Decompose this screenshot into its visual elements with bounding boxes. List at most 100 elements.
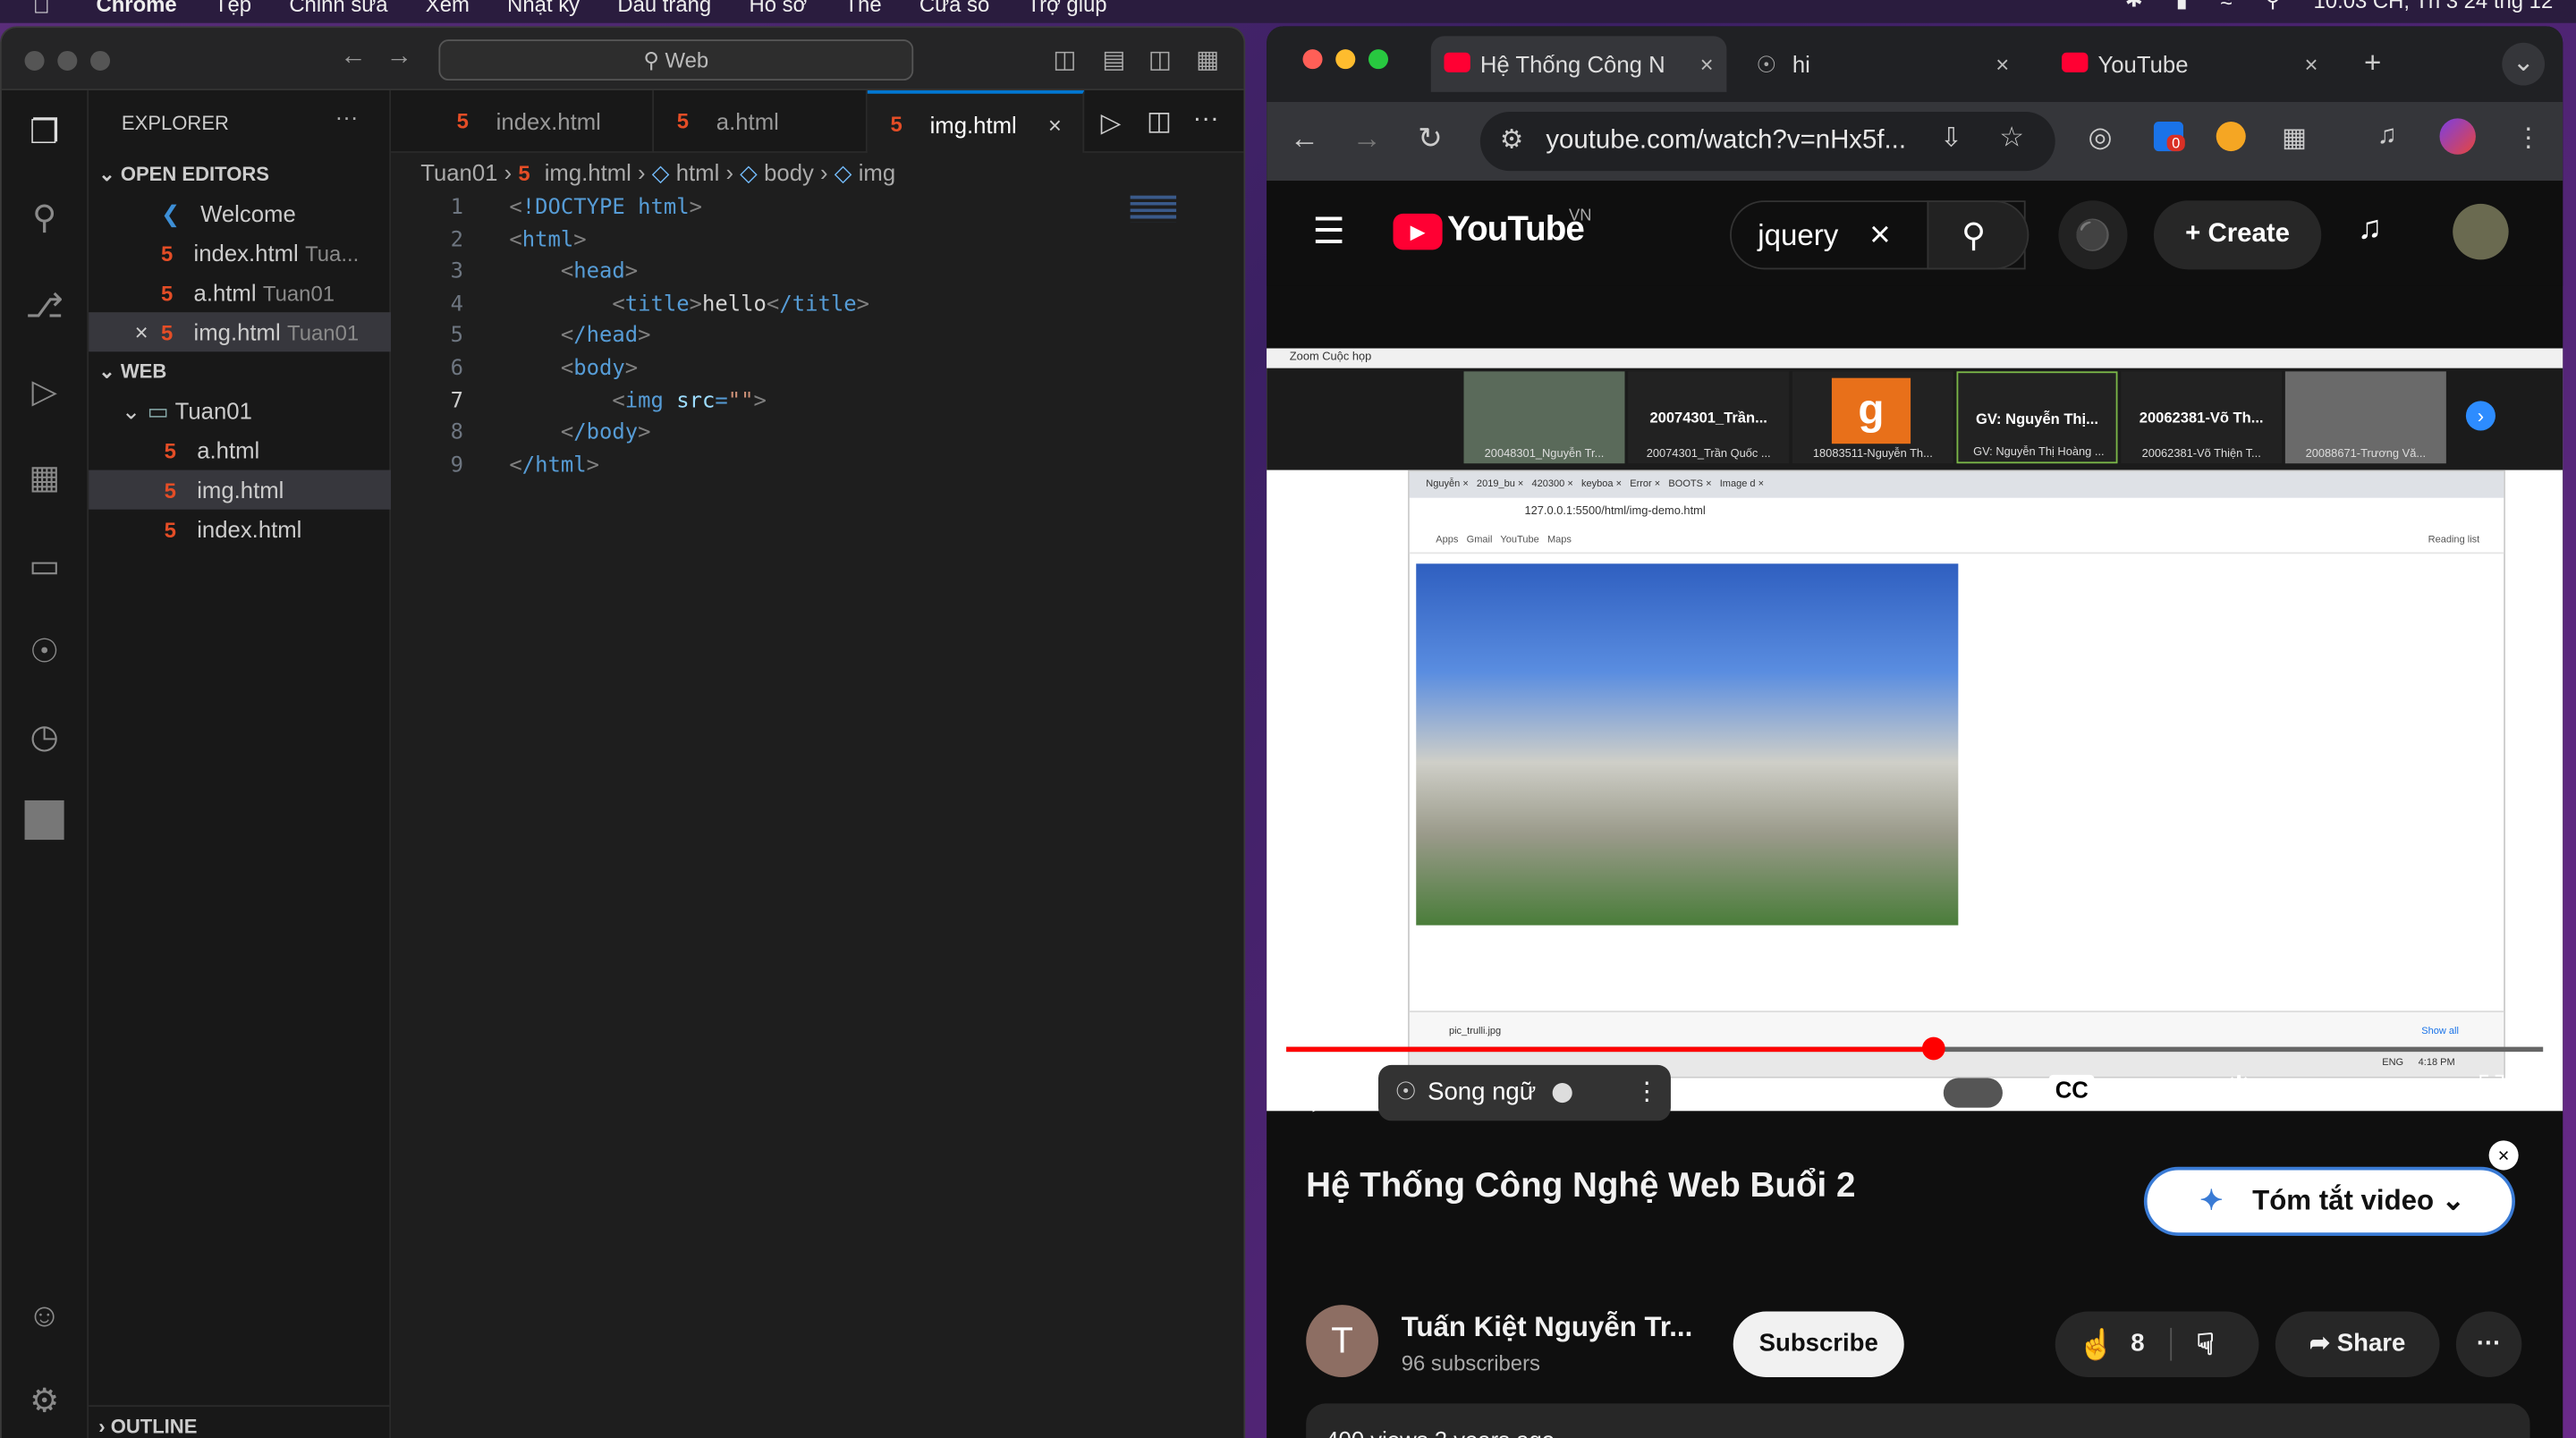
wifi-icon[interactable]: ≈ (2220, 0, 2232, 13)
description-box[interactable]: 400 views 2 years ago (1306, 1403, 2530, 1438)
outline-section[interactable]: › OUTLINE (89, 1405, 392, 1438)
address-bar[interactable]: ⚙ youtube.com/watch?v=nHx5f... (1479, 111, 2055, 172)
minimize-window-button[interactable] (57, 50, 78, 72)
menu-edit[interactable]: Chỉnh sửa (289, 0, 387, 16)
menubar-clock[interactable]: 10:03 CH, Th 3 24 thg 12 (2314, 0, 2554, 13)
menu-bookmarks[interactable]: Dấu trang (617, 0, 711, 16)
share-button[interactable]: ➦ Share (2275, 1311, 2440, 1377)
close-icon[interactable]: × (1996, 36, 2009, 91)
open-editor-item-active[interactable]: × 5 img.html Tuan01 (89, 312, 392, 352)
toggle-sidebar-icon[interactable]: ◫ (1053, 45, 1076, 73)
tab-a-html[interactable]: 5 a.html (654, 90, 868, 153)
web-folder-section[interactable]: ⌄ WEB (89, 351, 391, 391)
file-item-selected[interactable]: 5 img.html (89, 469, 392, 510)
menu-help[interactable]: Trợ giúp (1027, 0, 1106, 16)
youtube-logo-text[interactable]: YouTube (1447, 210, 1585, 250)
extension-compass-icon[interactable]: ◎ (2088, 122, 2112, 155)
voice-search-icon[interactable]: ⚫ (2058, 200, 2128, 270)
breadcrumb-item[interactable]: Tuan01 (420, 159, 497, 185)
breadcrumb-item[interactable]: img.html (545, 159, 631, 185)
dual-language-toggle[interactable]: ☉ Song ngữ ⋮ (1377, 1064, 1671, 1121)
forward-arrow-icon[interactable]: → (1352, 122, 1382, 156)
menu-window[interactable]: Cửa sổ (919, 0, 989, 16)
settings-gear-icon[interactable]: ⚙ (2223, 1069, 2255, 1112)
close-icon[interactable]: × (1700, 36, 1714, 91)
notifications-bell-icon[interactable]: ♫ (2358, 210, 2383, 248)
theater-mode-icon[interactable]: ▭ (2394, 1071, 2425, 1112)
video-player[interactable]: Zoom Cuộc họp 20048301_Nguyễn Tr... 2007… (1267, 348, 2563, 1112)
battery-icon[interactable]: ▮ (2176, 0, 2188, 13)
tab-video[interactable]: Hệ Thống Công N × (1430, 36, 1727, 92)
command-center-search[interactable]: ⚲ Web (438, 39, 914, 81)
code-line[interactable]: 5 </head> (391, 321, 1243, 354)
file-item[interactable]: 5 index.html (89, 510, 391, 549)
tab-img-html[interactable]: 5 img.html × (867, 90, 1085, 156)
extensions-puzzle-icon[interactable]: ▦ (2282, 122, 2307, 155)
profile-avatar[interactable] (2439, 118, 2476, 155)
more-options-icon[interactable]: ⋮ (1635, 1065, 1660, 1121)
run-icon[interactable]: ▷ (1101, 106, 1122, 140)
install-app-icon[interactable]: ⇩ (1940, 122, 1962, 155)
hamburger-menu-icon[interactable]: ☰ (1313, 210, 1345, 253)
close-icon[interactable]: × (135, 312, 161, 351)
site-info-icon[interactable]: ⚙ (1500, 112, 1523, 171)
reload-icon[interactable]: ↻ (1418, 122, 1443, 156)
folder-tuan01[interactable]: ⌄ ▭ Tuan01 (89, 391, 391, 430)
new-tab-icon[interactable]: + (2364, 46, 2381, 80)
breadcrumb-item[interactable]: img (859, 159, 895, 185)
zoom-window-button[interactable] (90, 50, 111, 72)
extension-view-icon[interactable] (21, 799, 67, 846)
timeline-icon[interactable]: ◷ (21, 715, 67, 760)
code-editor[interactable]: 1 <!DOCTYPE html> 2 <html> 3 <head> 4 <title>… (391, 192, 1243, 521)
extension-icon[interactable]: 0 (2153, 121, 2185, 152)
subscribe-button[interactable]: Subscribe (1733, 1311, 1904, 1377)
user-avatar[interactable] (2453, 203, 2509, 260)
fullscreen-icon[interactable]: ⛶ (2479, 1069, 2504, 1112)
search-icon[interactable]: ⚲ (21, 196, 67, 241)
toggle-secondary-sidebar-icon[interactable]: ◫ (1148, 45, 1172, 73)
channel-name[interactable]: Tuấn Kiệt Nguyễn Tr... (1402, 1311, 1693, 1344)
breadcrumb-item[interactable]: html (676, 159, 720, 185)
close-icon[interactable]: × (2305, 36, 2318, 91)
video-progress-bar[interactable] (1286, 1036, 2544, 1061)
back-arrow-icon[interactable]: ← (1290, 122, 1319, 156)
forward-arrow-icon[interactable]: → (386, 43, 412, 72)
close-icon[interactable]: × (1048, 94, 1062, 156)
tab-search-icon[interactable]: ⌄ (2502, 42, 2546, 86)
close-window-button[interactable] (1302, 49, 1323, 70)
code-line[interactable]: 2 <html> (391, 224, 1243, 258)
more-actions-icon[interactable]: ··· (1192, 106, 1218, 135)
play-icon[interactable]: ▶ (1313, 1075, 1341, 1118)
code-line[interactable]: 6 <body> (391, 353, 1243, 386)
menu-view[interactable]: Xem (426, 0, 470, 16)
code-line[interactable]: 3 <head> (391, 257, 1243, 290)
file-item[interactable]: 5 a.html (89, 430, 391, 469)
like-icon[interactable]: ☝ (2078, 1311, 2114, 1377)
more-actions-icon[interactable]: ··· (335, 104, 359, 130)
minimap[interactable] (1130, 195, 1177, 223)
back-arrow-icon[interactable]: ← (340, 43, 366, 72)
bookmark-star-icon[interactable]: ☆ (1999, 122, 2024, 155)
extension-icon[interactable] (2216, 121, 2246, 152)
open-editor-item[interactable]: 5 index.html Tua... (89, 233, 391, 273)
code-line[interactable]: 9 </html> (391, 450, 1243, 483)
chrome-menu-icon[interactable]: ⋮ (2515, 122, 2541, 155)
account-icon[interactable]: ☺ (21, 1293, 67, 1339)
source-control-icon[interactable]: ⎇ (21, 284, 67, 330)
split-editor-icon[interactable]: ◫ (1147, 106, 1172, 139)
open-editor-item[interactable]: ❮ Welcome (89, 194, 391, 233)
open-editors-section[interactable]: ⌄ OPEN EDITORS (89, 155, 391, 194)
summarize-video-button[interactable]: ✦ Tóm tắt video ⌄ (2143, 1166, 2515, 1236)
remote-explorer-icon[interactable]: ▭ (21, 544, 67, 589)
customize-layout-icon[interactable]: ▦ (1196, 45, 1219, 73)
youtube-logo-icon[interactable]: ▶ (1393, 213, 1443, 250)
bluetooth-icon[interactable]: ✱ (2125, 0, 2143, 13)
code-line[interactable]: 7 <img src=""> (391, 385, 1243, 419)
tab-hi[interactable]: ☉ hi × (1743, 36, 2022, 91)
search-button[interactable]: ⚲ (1927, 200, 2029, 270)
close-window-button[interactable] (24, 50, 45, 72)
explorer-icon[interactable]: ❐ (21, 110, 67, 156)
settings-gear-icon[interactable]: ⚙ (21, 1379, 67, 1425)
menu-app-name[interactable]: Chrome (96, 0, 176, 16)
ambient-mode-icon[interactable]: ● (2140, 1071, 2160, 1109)
